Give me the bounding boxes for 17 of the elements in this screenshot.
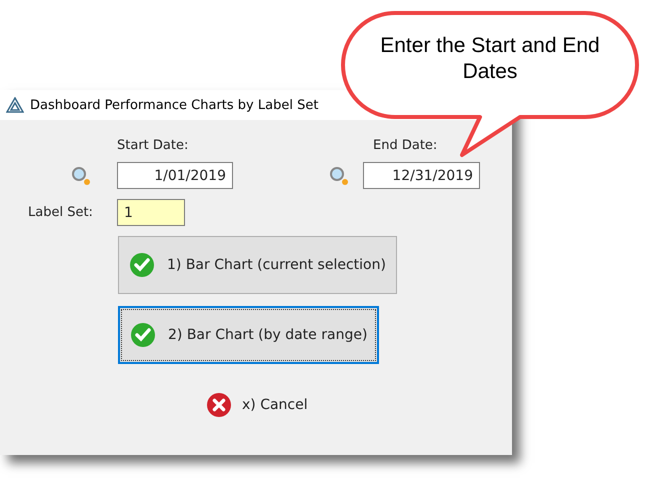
search-icon[interactable] xyxy=(71,166,91,186)
callout-text: Enter the Start and End Dates xyxy=(379,33,601,85)
search-icon[interactable] xyxy=(329,166,349,186)
end-date-field[interactable]: 12/31/2019 xyxy=(363,162,480,189)
checkmark-icon xyxy=(129,252,155,278)
close-icon xyxy=(206,392,232,418)
field-label: Label Set: xyxy=(28,205,94,220)
cancel-button[interactable]: x) Cancel xyxy=(206,392,308,418)
start-date-field[interactable]: 1/01/2019 xyxy=(117,162,233,189)
checkmark-icon xyxy=(130,322,156,348)
field-label: Start Date: xyxy=(117,138,190,153)
label-set-field[interactable]: 1 xyxy=(117,199,185,226)
chart-button[interactable]: 1) Bar Chart (current selection) xyxy=(118,236,397,294)
field-label: End Date: xyxy=(373,138,438,153)
window-title: Dashboard Performance Charts by Label Set xyxy=(30,98,318,112)
chart-button[interactable]: 2) Bar Chart (by date range) xyxy=(118,306,380,364)
logo-icon xyxy=(6,97,24,113)
